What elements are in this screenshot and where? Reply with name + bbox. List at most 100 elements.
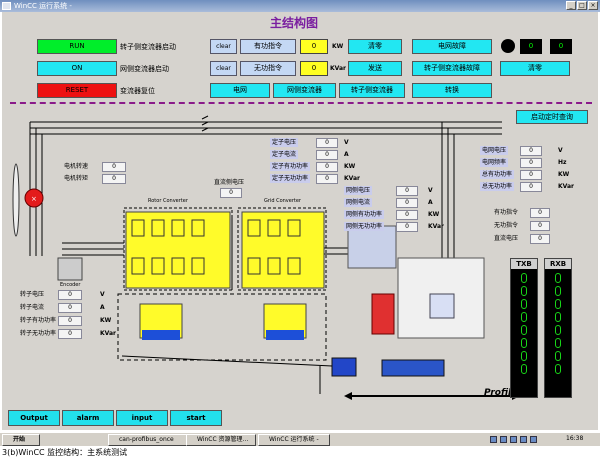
- grid-voltage-unit: V: [558, 147, 563, 154]
- reset-zero-button[interactable]: 清零: [348, 39, 402, 54]
- txb-label: TXB: [511, 259, 537, 269]
- total-q-value: 0: [520, 182, 542, 192]
- reset-button[interactable]: RESET: [37, 83, 117, 98]
- tab-switch[interactable]: 转换: [412, 83, 492, 98]
- total-p-value: 0: [520, 170, 542, 180]
- rotor-p-unit: KW: [100, 317, 112, 324]
- txb-led: [521, 286, 527, 296]
- reactive-power-cmd-button[interactable]: 无功指令: [240, 61, 296, 76]
- rxb-led: [555, 364, 561, 374]
- gridside-p-label: 网侧有功功率: [344, 210, 385, 219]
- stator-q-label: 定子无功功率: [270, 174, 311, 183]
- tab-rotor-converter[interactable]: 转子侧变流器: [339, 83, 405, 98]
- stator-p-value: 0: [316, 162, 338, 172]
- window-titlebar: WinCC 运行系统 - _ □ ×: [0, 0, 600, 12]
- rotor-q-unit: KVar: [100, 330, 116, 337]
- on-desc: 网侧变流器启动: [120, 65, 169, 73]
- active-power-input[interactable]: 0: [300, 39, 328, 54]
- stator-q-value: 0: [316, 174, 338, 184]
- grid-freq-label: 电网频率: [480, 158, 509, 167]
- taskbar-item-wincc-runtime[interactable]: WinCC 运行系统 -: [258, 434, 330, 446]
- tab-grid-converter[interactable]: 网侧变流器: [273, 83, 336, 98]
- active-power-cmd-button[interactable]: 有功指令: [240, 39, 296, 54]
- main-diagram: ×: [12, 115, 520, 400]
- figure-caption: 3(b)WinCC 监控结构：主系统测试: [2, 448, 128, 457]
- tray-icon[interactable]: [530, 436, 537, 443]
- gridside-current-value: 0: [396, 198, 418, 208]
- input-button[interactable]: input: [116, 410, 168, 426]
- stator-current-unit: A: [344, 151, 349, 158]
- grid-freq-value: 0: [520, 158, 542, 168]
- clear-p-button[interactable]: clear: [210, 39, 237, 54]
- run-button[interactable]: RUN: [37, 39, 117, 54]
- reset-desc: 变流器复位: [120, 87, 155, 95]
- clear-button[interactable]: 清零: [500, 61, 570, 76]
- grid-fault-button[interactable]: 电网故障: [412, 39, 492, 54]
- taskbar: 开始 can-profibus_once WinCC 资源管理... WinCC…: [0, 432, 600, 446]
- cmd-q-label: 无功指令: [494, 222, 519, 229]
- divider: [10, 102, 592, 104]
- reactive-power-input[interactable]: 0: [300, 61, 328, 76]
- active-power-unit: KW: [332, 43, 344, 50]
- motor-speed-value: 0: [102, 162, 126, 172]
- status-display-1: 0: [520, 39, 542, 54]
- total-q-label: 总无功功率: [480, 182, 515, 191]
- tray-icon[interactable]: [500, 436, 507, 443]
- taskbar-item-wincc-explorer[interactable]: WinCC 资源管理...: [186, 434, 256, 446]
- close-button[interactable]: ×: [588, 1, 598, 10]
- grid-converter-label: Grid Converter: [264, 198, 301, 204]
- run-desc: 转子侧变流器启动: [120, 43, 176, 51]
- encoder-label: Encoder: [60, 282, 81, 288]
- gridside-p-unit: KW: [428, 211, 440, 218]
- tray-icon[interactable]: [510, 436, 517, 443]
- window-title: WinCC 运行系统 -: [14, 2, 72, 10]
- stator-p-unit: KW: [344, 163, 356, 170]
- rotor-voltage-label: 转子电压: [20, 291, 45, 298]
- rotor-conv-fault-button[interactable]: 转子侧变流器故障: [412, 61, 492, 76]
- start-menu-button[interactable]: 开始: [2, 434, 40, 446]
- cmd-q-value: 0: [530, 221, 550, 231]
- status-display-2: 0: [550, 39, 572, 54]
- dc-bus-label: 直流侧电压: [214, 179, 245, 186]
- motor-speed-label: 电机转速: [64, 163, 89, 170]
- send-button[interactable]: 发送: [348, 61, 402, 76]
- cmd-dc-value: 0: [530, 234, 550, 244]
- stator-p-label: 定子有功功率: [270, 162, 311, 171]
- gridside-voltage-label: 网侧电压: [344, 186, 373, 195]
- rotor-voltage-unit: V: [100, 291, 105, 298]
- gridside-current-unit: A: [428, 199, 433, 206]
- status-lamp: [501, 39, 515, 53]
- tray-icon[interactable]: [490, 436, 497, 443]
- tab-grid[interactable]: 电网: [210, 83, 270, 98]
- minimize-button[interactable]: _: [566, 1, 576, 10]
- motor-torque-label: 电机转矩: [64, 175, 89, 182]
- rotor-current-unit: A: [100, 304, 105, 311]
- stator-voltage-value: 0: [316, 138, 338, 148]
- txb-led: [521, 299, 527, 309]
- alarm-button[interactable]: alarm: [62, 410, 114, 426]
- maximize-button[interactable]: □: [577, 1, 587, 10]
- taskbar-clock: 16:38: [566, 435, 584, 442]
- hmi-canvas: 主结构图 RUN 转子侧变流器启动 ON 网侧变流器启动 RESET 变流器复位…: [2, 12, 598, 430]
- txb-led: [521, 364, 527, 374]
- rxb-led: [555, 312, 561, 322]
- stator-voltage-unit: V: [344, 139, 349, 146]
- total-p-label: 总有功功率: [480, 170, 515, 179]
- rotor-p-label: 转子有功功率: [20, 317, 57, 324]
- rotor-p-value: 0: [58, 316, 82, 326]
- tray-icon[interactable]: [520, 436, 527, 443]
- rxb-led: [555, 351, 561, 361]
- output-button[interactable]: Output: [8, 410, 60, 426]
- txb-led: [521, 351, 527, 361]
- rotor-converter-label: Rotor Converter: [148, 198, 188, 204]
- clear-q-button[interactable]: clear: [210, 61, 237, 76]
- gridside-voltage-unit: V: [428, 187, 433, 194]
- start-button[interactable]: start: [170, 410, 222, 426]
- svg-text:×: ×: [31, 195, 37, 203]
- gridside-q-value: 0: [396, 222, 418, 232]
- rxb-label: RXB: [545, 259, 571, 269]
- on-button[interactable]: ON: [37, 61, 117, 76]
- rxb-led: [555, 325, 561, 335]
- rxb-led: [555, 273, 561, 283]
- app-icon: [2, 2, 11, 10]
